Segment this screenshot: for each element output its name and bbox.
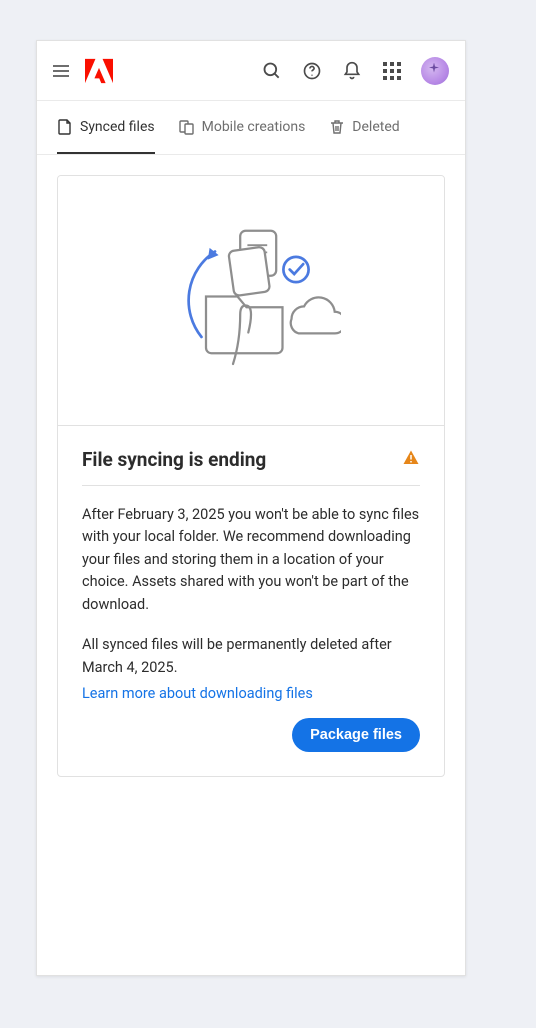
learn-more-link[interactable]: Learn more about downloading files (82, 685, 313, 702)
topbar-actions (261, 57, 449, 85)
file-icon (57, 119, 73, 135)
card-body: File syncing is ending After February 3,… (58, 426, 444, 776)
tab-label: Mobile creations (202, 119, 306, 135)
sync-illustration (58, 176, 444, 426)
package-files-button[interactable]: Package files (292, 718, 420, 752)
tab-synced-files[interactable]: Synced files (57, 101, 155, 154)
tab-mobile-creations[interactable]: Mobile creations (179, 101, 306, 154)
card-paragraph-1: After February 3, 2025 you won't be able… (82, 504, 420, 616)
tab-label: Synced files (80, 119, 155, 135)
avatar[interactable] (421, 57, 449, 85)
notifications-icon[interactable] (341, 60, 363, 82)
info-card: File syncing is ending After February 3,… (57, 175, 445, 777)
card-paragraph-2: All synced files will be permanently del… (82, 634, 420, 679)
apps-icon[interactable] (381, 60, 403, 82)
help-icon[interactable] (301, 60, 323, 82)
menu-icon[interactable] (53, 61, 73, 81)
content-area: File syncing is ending After February 3,… (37, 155, 465, 975)
mobile-creations-icon (179, 119, 195, 135)
tabs: Synced files Mobile creations Deleted (37, 101, 465, 155)
card-title: File syncing is ending (82, 448, 266, 471)
warning-icon (402, 449, 420, 471)
tab-deleted[interactable]: Deleted (329, 101, 399, 154)
card-actions: Package files (82, 718, 420, 752)
app-panel: Synced files Mobile creations Deleted (36, 40, 466, 976)
trash-icon (329, 119, 345, 135)
tab-label: Deleted (352, 119, 399, 135)
search-icon[interactable] (261, 60, 283, 82)
topbar (37, 41, 465, 101)
card-header: File syncing is ending (82, 448, 420, 486)
adobe-logo[interactable] (85, 58, 113, 84)
